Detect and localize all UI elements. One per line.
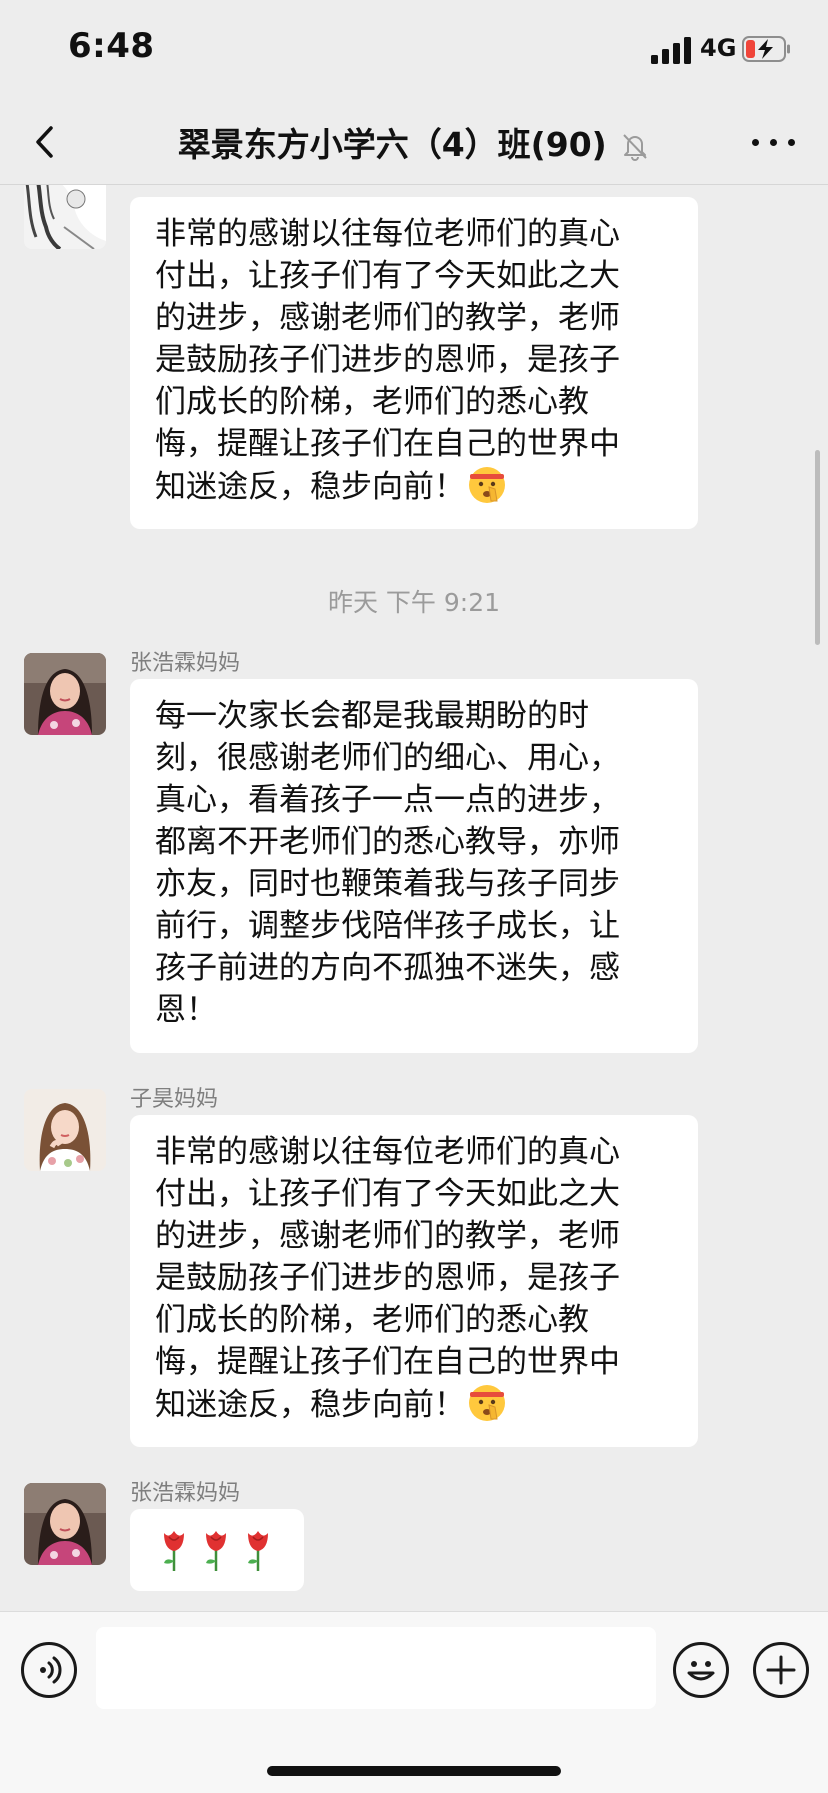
chat-title-container: 翠景东方小学六（4）班(90) [0, 118, 828, 166]
avatar[interactable] [24, 1089, 106, 1171]
plus-icon [766, 1655, 796, 1685]
status-time: 6:48 [68, 26, 155, 66]
mute-bell-icon [623, 134, 648, 161]
sender-name: 张浩霖妈妈 [130, 651, 241, 676]
avatar[interactable] [24, 1483, 106, 1565]
sender-name: 张浩霖妈妈 [130, 1481, 241, 1506]
signal-icon [651, 36, 693, 64]
shushing-face-emoji-icon [469, 1385, 505, 1421]
message-bubble[interactable]: 非常的感谢以往每位老师们的真心 付出，让孩子们有了今天如此之大 的进步，感谢老师… [130, 197, 698, 529]
message-bubble[interactable]: 每一次家长会都是我最期盼的时 刻，很感谢老师们的细心、用心， 真心，看着孩子一点… [130, 679, 698, 1053]
voice-icon [40, 1656, 62, 1684]
scrollbar[interactable] [815, 450, 820, 645]
message-bubble[interactable]: 非常的感谢以往每位老师们的真心 付出，让孩子们有了今天如此之大 的进步，感谢老师… [130, 1115, 698, 1447]
chat-header: 翠景东方小学六（4）班(90) [0, 100, 828, 185]
more-options-button[interactable] [748, 118, 800, 166]
message-input[interactable] [96, 1627, 656, 1709]
timestamp: 昨天 下午 9:21 [327, 588, 501, 617]
battery-icon [742, 36, 790, 62]
emoji-icon [687, 1661, 715, 1681]
status-bar: 6:48 4G [0, 0, 828, 100]
message-bubble[interactable] [130, 1509, 304, 1591]
message-text: 每一次家长会都是我最期盼的时 刻，很感谢老师们的细心、用心， 真心，看着孩子一点… [155, 698, 620, 1028]
chat-title: 翠景东方小学六（4）班(90) [177, 125, 607, 164]
chat-area[interactable]: 非常的感谢以往每位老师们的真心 付出，让孩子们有了今天如此之大 的进步，感谢老师… [0, 185, 828, 1611]
home-indicator[interactable] [267, 1766, 561, 1776]
message-text: 非常的感谢以往每位老师们的真心 付出，让孩子们有了今天如此之大 的进步，感谢老师… [155, 216, 620, 505]
rose-emoji-icon [164, 1531, 268, 1571]
more-functions-button[interactable] [753, 1642, 809, 1698]
message-text: 非常的感谢以往每位老师们的真心 付出，让孩子们有了今天如此之大 的进步，感谢老师… [155, 1134, 620, 1423]
emoji-button[interactable] [673, 1642, 729, 1698]
shushing-face-emoji-icon [469, 467, 505, 503]
avatar[interactable] [24, 185, 106, 249]
avatar[interactable] [24, 653, 106, 735]
voice-button[interactable] [21, 1642, 77, 1698]
sender-name: 子昊妈妈 [130, 1087, 219, 1112]
network-type: 4G [700, 34, 737, 62]
